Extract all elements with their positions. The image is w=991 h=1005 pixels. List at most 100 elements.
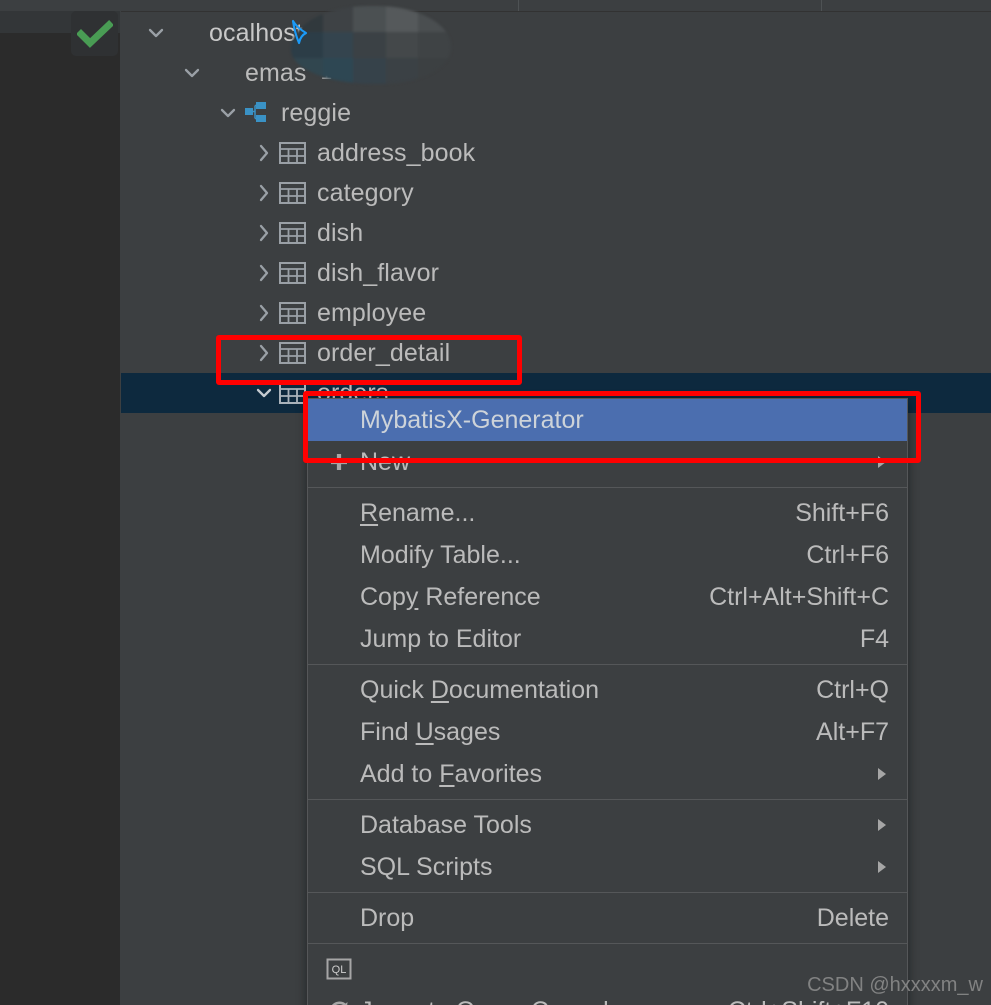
menu-item-label-rest: ename... bbox=[378, 498, 476, 527]
chevron-right-icon[interactable] bbox=[251, 140, 277, 166]
database-tree: ocalhost 1 of 9 еmas 1 bbox=[121, 13, 991, 413]
menu-item-label-pre: Find bbox=[360, 717, 416, 746]
menu-item-sql-scripts[interactable]: SQL Scripts bbox=[308, 846, 907, 888]
table-icon bbox=[277, 258, 307, 288]
chevron-right-icon[interactable] bbox=[251, 260, 277, 286]
refresh-icon bbox=[324, 998, 354, 1005]
menu-item-label-rest: Reference bbox=[418, 582, 541, 611]
query-console-icon: QL bbox=[324, 958, 354, 980]
tree-row-dish-flavor[interactable]: dish_flavor bbox=[121, 253, 991, 293]
menu-item-label: SQL Scripts bbox=[360, 852, 493, 881]
tree-row-category[interactable]: category bbox=[121, 173, 991, 213]
tree-row-label: address_book bbox=[317, 138, 476, 167]
tree-row-label: dish_flavor bbox=[317, 258, 439, 287]
topbar-divider-1 bbox=[518, 0, 519, 11]
tree-row-address-book[interactable]: address_book bbox=[121, 133, 991, 173]
check-icon bbox=[76, 19, 113, 48]
menu-item-label-rest: ocumentation bbox=[448, 675, 600, 704]
menu-item-quick-documentation[interactable]: Quick Documentation Ctrl+Q bbox=[308, 669, 907, 711]
menu-item-label-pre: Cop bbox=[360, 582, 406, 611]
menu-item-label-rest: sages bbox=[433, 717, 501, 746]
ide-window: ocalhost 1 of 9 еmas 1 bbox=[0, 0, 991, 1005]
menu-item-shortcut: Ctrl+F6 bbox=[806, 540, 889, 569]
menu-item-copy-reference[interactable]: Copy Reference Ctrl+Alt+Shift+C bbox=[308, 576, 907, 618]
tree-row-schemas[interactable]: еmas 1 bbox=[121, 53, 991, 93]
menu-item-label: Jump to Editor bbox=[360, 624, 522, 653]
menu-separator bbox=[308, 664, 907, 665]
tree-row-order-detail[interactable]: order_detail bbox=[121, 333, 991, 373]
menu-item-label: Drop bbox=[360, 903, 415, 932]
menu-item-label: Add to Favorites bbox=[360, 759, 543, 788]
chevron-right-icon[interactable] bbox=[251, 180, 277, 206]
tree-row-label: dish bbox=[317, 218, 364, 247]
chevron-right-icon bbox=[875, 816, 889, 834]
menu-item-label: Copy Reference bbox=[360, 582, 541, 611]
table-icon bbox=[277, 338, 307, 368]
topbar-divider-2 bbox=[821, 0, 822, 11]
menu-item-label: Modify Table... bbox=[360, 540, 521, 569]
redaction-mosaic bbox=[291, 6, 451, 84]
menu-item-modify-table[interactable]: Modify Table... Ctrl+F6 bbox=[308, 534, 907, 576]
menu-item-shortcut: Alt+F7 bbox=[816, 717, 889, 746]
menu-item-label: MybatisX-Generator bbox=[360, 405, 584, 434]
menu-item-label: Rename... bbox=[360, 498, 476, 527]
menu-separator bbox=[308, 892, 907, 893]
menu-item-label: New bbox=[360, 447, 411, 476]
menu-item-rename[interactable]: Rename... Shift+F6 bbox=[308, 492, 907, 534]
menu-item-new[interactable]: New bbox=[308, 441, 907, 483]
chevron-right-icon bbox=[875, 858, 889, 876]
table-icon bbox=[277, 298, 307, 328]
menu-separator bbox=[308, 487, 907, 488]
tree-row-label: reggie bbox=[281, 98, 352, 127]
left-tool-strip bbox=[0, 0, 120, 1005]
schema-icon bbox=[241, 98, 271, 128]
tree-row-dish[interactable]: dish bbox=[121, 213, 991, 253]
table-icon bbox=[277, 138, 307, 168]
success-check-button[interactable] bbox=[71, 11, 118, 56]
menu-item-label-rest: avorites bbox=[454, 759, 543, 788]
chevron-down-icon[interactable] bbox=[179, 60, 205, 86]
plus-icon bbox=[324, 451, 354, 473]
table-icon bbox=[277, 378, 307, 408]
table-icon bbox=[277, 178, 307, 208]
menu-item-label: Database Tools bbox=[360, 810, 532, 839]
schemas-folder-icon bbox=[205, 58, 235, 88]
menu-item-shortcut: Ctrl+Alt+Shift+C bbox=[709, 582, 889, 611]
menu-item-shortcut: Ctrl+Shift+F10 bbox=[728, 997, 889, 1005]
chevron-down-icon[interactable] bbox=[251, 380, 277, 406]
chevron-right-icon[interactable] bbox=[251, 220, 277, 246]
chevron-right-icon[interactable] bbox=[251, 300, 277, 326]
watermark: CSDN @hxxxxm_w bbox=[807, 974, 983, 996]
tree-row-employee[interactable]: employee bbox=[121, 293, 991, 333]
menu-item-mybatisx-generator[interactable]: MybatisX-Generator bbox=[308, 399, 907, 441]
menu-item-jump-to-editor[interactable]: Jump to Editor F4 bbox=[308, 618, 907, 660]
menu-item-label-pre: Quick bbox=[360, 675, 431, 704]
svg-text:QL: QL bbox=[332, 964, 347, 976]
menu-item-find-usages[interactable]: Find Usages Alt+F7 bbox=[308, 711, 907, 753]
menu-item-add-to-favorites[interactable]: Add to Favorites bbox=[308, 753, 907, 795]
tree-row-reggie[interactable]: reggie bbox=[121, 93, 991, 133]
menu-item-shortcut: Delete bbox=[816, 903, 889, 932]
context-menu: MybatisX-Generator New Rename... Shift+F… bbox=[307, 398, 908, 1005]
chevron-down-icon[interactable] bbox=[215, 100, 241, 126]
menu-item-shortcut: Ctrl+Q bbox=[816, 675, 889, 704]
menu-item-database-tools[interactable]: Database Tools bbox=[308, 804, 907, 846]
menu-item-label: Jump to Query Console... bbox=[360, 997, 704, 1005]
menu-item-label-pre: Add to bbox=[360, 759, 440, 788]
host-icon bbox=[169, 18, 199, 48]
menu-separator bbox=[308, 943, 907, 944]
menu-item-shortcut: Shift+F6 bbox=[795, 498, 889, 527]
chevron-right-icon[interactable] bbox=[251, 340, 277, 366]
menu-item-label: Find Usages bbox=[360, 717, 501, 746]
menu-item-label: Quick Documentation bbox=[360, 675, 600, 704]
chevron-right-icon bbox=[875, 765, 889, 783]
chevron-right-icon bbox=[875, 453, 889, 471]
table-icon bbox=[277, 218, 307, 248]
tree-row-localhost[interactable]: ocalhost 1 of 9 bbox=[121, 13, 991, 53]
tree-row-label: category bbox=[317, 178, 414, 207]
menu-item-shortcut: F4 bbox=[859, 624, 889, 653]
chevron-down-icon[interactable] bbox=[143, 20, 169, 46]
menu-item-drop[interactable]: Drop Delete bbox=[308, 897, 907, 939]
tree-row-label: employee bbox=[317, 298, 427, 327]
menu-separator bbox=[308, 799, 907, 800]
